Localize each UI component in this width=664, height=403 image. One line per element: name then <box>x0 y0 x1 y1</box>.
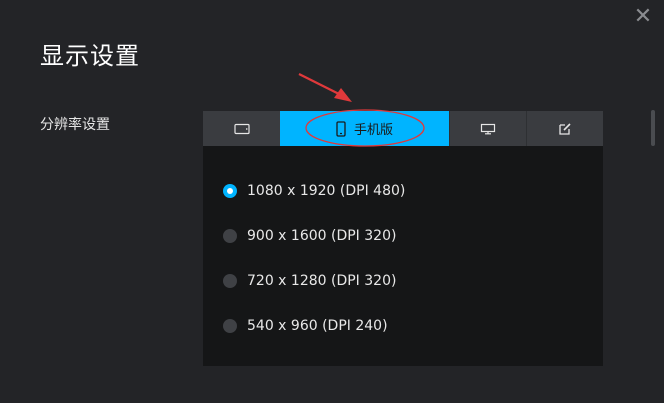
phone-icon <box>336 120 346 137</box>
resolution-option-label: 900 x 1600 (DPI 320) <box>247 228 397 244</box>
monitor-icon <box>480 123 496 134</box>
display-settings-dialog: 显示设置 ✕ 分辨率设置 手机版 1080 x 1920 (DPI 480) 9… <box>0 0 664 403</box>
resolution-option[interactable]: 1080 x 1920 (DPI 480) <box>223 183 405 199</box>
close-icon[interactable]: ✕ <box>632 6 654 28</box>
resolution-option[interactable]: 720 x 1280 (DPI 320) <box>223 273 396 289</box>
dialog-title: 显示设置 <box>40 42 140 70</box>
resolution-option[interactable]: 900 x 1600 (DPI 320) <box>223 228 396 244</box>
radio-button[interactable] <box>223 319 237 333</box>
edit-icon <box>559 122 571 135</box>
resolution-label: 分辨率设置 <box>40 117 110 133</box>
radio-button[interactable] <box>223 274 237 288</box>
resolution-tabs: 手机版 <box>203 111 603 146</box>
tab-tablet[interactable] <box>203 111 280 146</box>
resolution-options-panel: 1080 x 1920 (DPI 480) 900 x 1600 (DPI 32… <box>203 146 603 366</box>
tab-custom[interactable] <box>526 111 603 146</box>
tab-phone[interactable]: 手机版 <box>280 111 449 146</box>
resolution-option[interactable]: 540 x 960 (DPI 240) <box>223 318 388 334</box>
tablet-landscape-icon <box>233 123 250 134</box>
tab-phone-label: 手机版 <box>353 123 393 138</box>
radio-button[interactable] <box>223 229 237 243</box>
resolution-option-label: 1080 x 1920 (DPI 480) <box>247 183 406 199</box>
pointer-arrow-icon <box>298 73 352 102</box>
scrollbar[interactable] <box>651 110 655 146</box>
tab-monitor[interactable] <box>449 111 526 146</box>
radio-button[interactable] <box>223 184 237 198</box>
resolution-option-label: 720 x 1280 (DPI 320) <box>247 273 397 289</box>
resolution-option-label: 540 x 960 (DPI 240) <box>247 318 388 334</box>
